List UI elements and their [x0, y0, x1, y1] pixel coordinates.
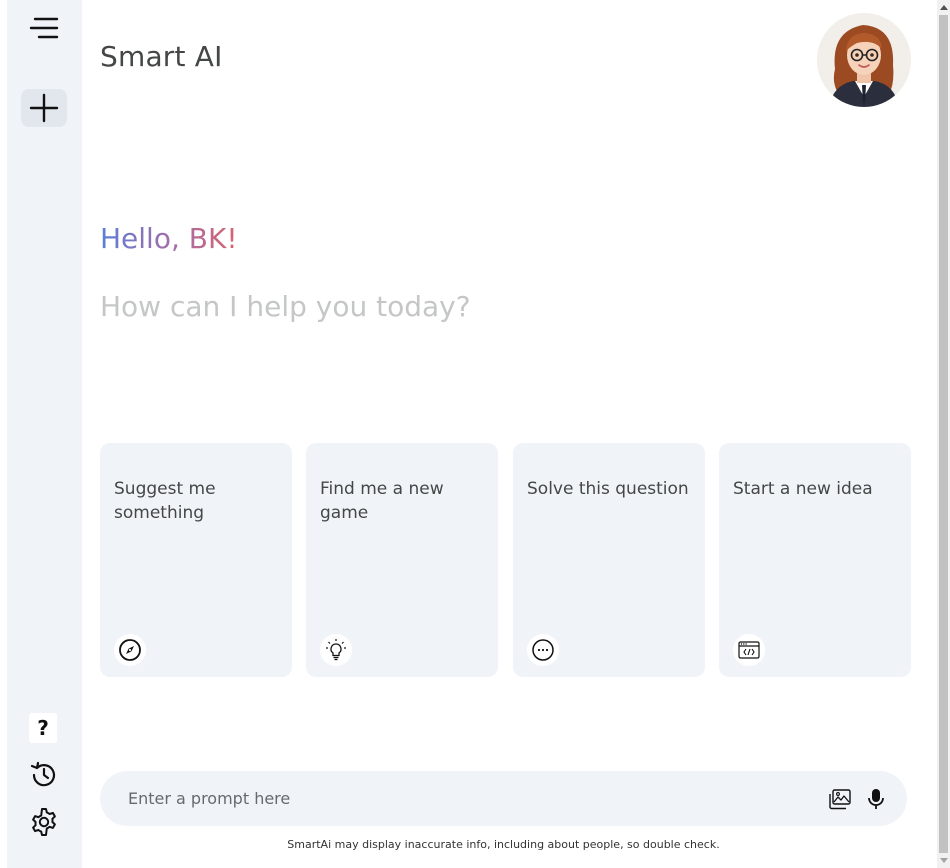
- suggestion-card-solve[interactable]: Solve this question: [513, 443, 705, 677]
- sidebar: ?: [7, 0, 82, 868]
- card-icon-holder: [114, 634, 146, 666]
- upload-image-button[interactable]: [827, 786, 853, 812]
- suggestion-card-idea[interactable]: Start a new idea: [719, 443, 911, 677]
- app-title: Smart AI: [100, 40, 223, 73]
- card-label: Suggest me something: [114, 479, 216, 523]
- card-label: Find me a new game: [320, 479, 444, 523]
- card-icon-holder: [320, 634, 352, 666]
- scrollbar-thumb[interactable]: [939, 15, 948, 853]
- suggestion-card-game[interactable]: Find me a new game: [306, 443, 498, 677]
- new-chat-button[interactable]: [21, 89, 67, 127]
- prompt-bar: [100, 771, 907, 826]
- card-label: Solve this question: [527, 479, 689, 499]
- compass-icon: [119, 639, 141, 661]
- chat-bubble-icon: [532, 639, 554, 661]
- help-button[interactable]: ?: [29, 713, 57, 743]
- card-icon-holder: [527, 634, 559, 666]
- microphone-button[interactable]: [863, 786, 889, 812]
- gear-icon: [32, 808, 56, 836]
- plus-icon: [29, 93, 59, 123]
- greeting-hello: Hello, BK!: [100, 222, 238, 255]
- history-button[interactable]: [26, 758, 62, 792]
- history-icon: [30, 761, 56, 787]
- lightbulb-icon: [326, 639, 346, 661]
- menu-button[interactable]: [21, 8, 67, 48]
- menu-icon: [29, 17, 59, 39]
- scroll-down-arrow[interactable]: [937, 854, 950, 868]
- main-area: Smart AI Hello, BK! How can I help you t…: [82, 0, 937, 868]
- code-window-icon: [738, 641, 760, 659]
- greeting-subtitle: How can I help you today?: [100, 290, 471, 323]
- vertical-scrollbar[interactable]: [937, 0, 950, 868]
- microphone-icon: [868, 789, 884, 809]
- disclaimer-text: SmartAi may display inaccurate info, inc…: [287, 838, 720, 851]
- scroll-up-arrow[interactable]: [937, 0, 950, 14]
- user-avatar[interactable]: [817, 13, 911, 107]
- card-label: Start a new idea: [733, 479, 873, 499]
- avatar-illustration: [817, 13, 911, 107]
- card-icon-holder: [733, 634, 765, 666]
- left-gutter: [0, 0, 7, 868]
- settings-button[interactable]: [26, 804, 62, 840]
- suggestion-card-suggest[interactable]: Suggest me something: [100, 443, 292, 677]
- image-icon: [829, 789, 851, 810]
- help-label: ?: [37, 716, 49, 740]
- prompt-input[interactable]: [126, 771, 816, 826]
